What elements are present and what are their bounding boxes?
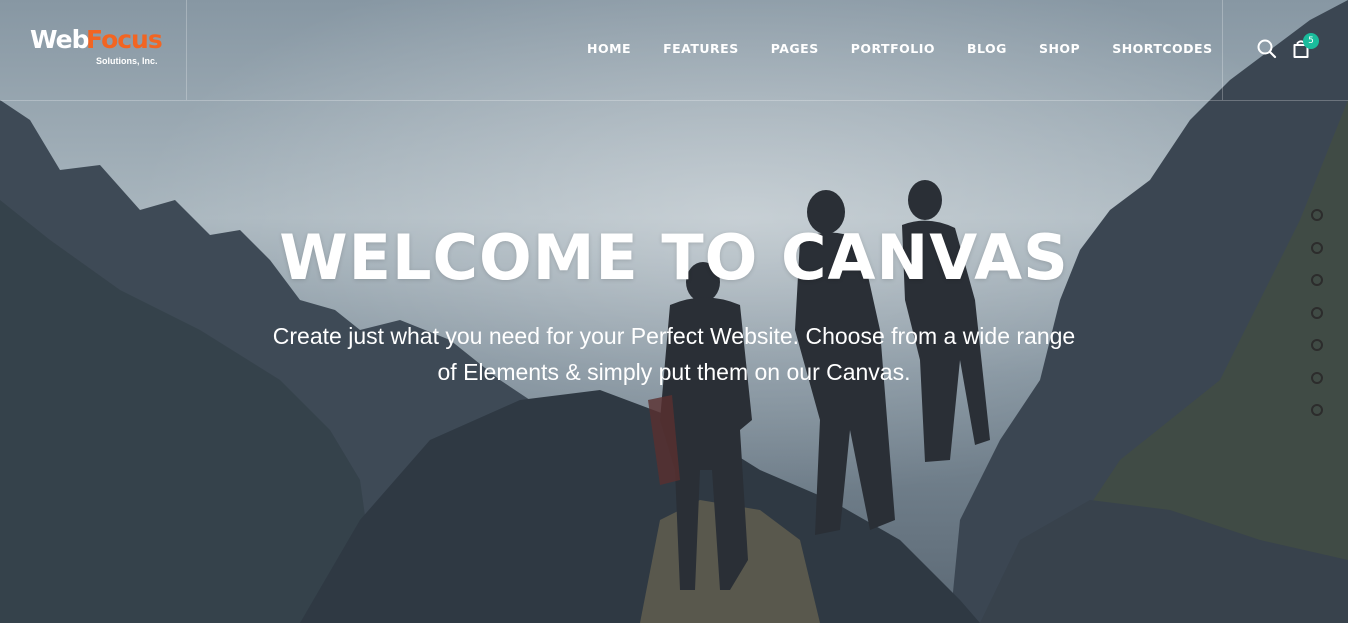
section-navigation-dots xyxy=(1311,209,1323,437)
nav-item-portfolio[interactable]: PORTFOLIO xyxy=(835,39,951,59)
search-icon[interactable] xyxy=(1256,38,1278,60)
nav-item-shop[interactable]: SHOP xyxy=(1023,39,1096,59)
nav-item-features[interactable]: FEATURES xyxy=(647,39,755,59)
logo-text-web: Web xyxy=(30,25,90,54)
cart-count-badge: 5 xyxy=(1303,33,1319,49)
header-bar: Web Focus Solutions, Inc. HOME FEATURES … xyxy=(0,0,1348,101)
hero-subtitle: Create just what you need for your Perfe… xyxy=(272,323,1076,385)
logo-text-focus: Focus xyxy=(86,25,163,54)
hero-section: Web Focus Solutions, Inc. HOME FEATURES … xyxy=(0,0,1348,623)
nav-item-blog[interactable]: BLOG xyxy=(951,39,1023,59)
section-dot-3[interactable] xyxy=(1311,274,1323,286)
nav-item-pages[interactable]: PAGES xyxy=(755,39,835,59)
section-dot-1[interactable] xyxy=(1311,209,1323,221)
section-dot-7[interactable] xyxy=(1311,404,1323,416)
section-dot-6[interactable] xyxy=(1311,371,1323,384)
section-dot-5[interactable] xyxy=(1311,339,1323,351)
header-divider-left xyxy=(186,0,187,100)
section-dot-4[interactable] xyxy=(1311,306,1323,319)
logo-tagline: Solutions, Inc. xyxy=(96,56,158,66)
primary-navigation: HOME FEATURES PAGES PORTFOLIO BLOG SHOP … xyxy=(571,39,1229,59)
nav-item-shortcodes[interactable]: SHORTCODES xyxy=(1096,39,1228,59)
nav-item-home[interactable]: HOME xyxy=(571,39,647,59)
hero-title: WELCOME TO CANVAS xyxy=(279,221,1069,294)
brand-logo[interactable]: Web Focus Solutions, Inc. xyxy=(30,25,163,70)
section-dot-2[interactable] xyxy=(1311,241,1323,254)
